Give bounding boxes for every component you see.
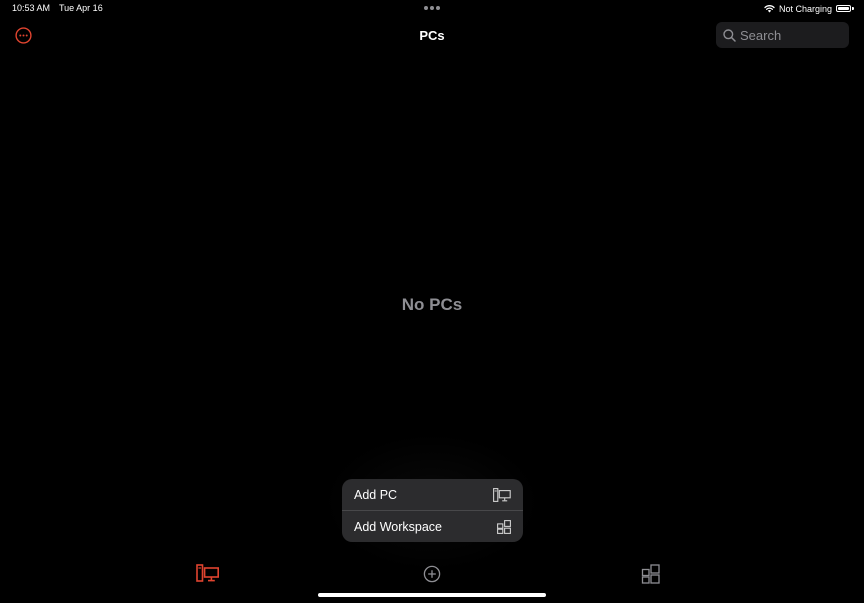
pc-icon [196,564,220,582]
add-workspace-menu-item[interactable]: Add Workspace [342,511,523,542]
status-date: Tue Apr 16 [59,3,103,13]
search-input[interactable] [740,27,840,43]
search-icon [723,28,736,42]
add-pc-menu-item[interactable]: Add PC [342,479,523,510]
add-pc-label: Add PC [354,487,398,502]
tab-pcs[interactable] [196,563,220,585]
app-screen: 10:53 AM Tue Apr 16 Not Charging PCs Sea… [0,0,864,603]
pc-icon [493,487,511,502]
tab-workspaces[interactable] [640,563,664,585]
status-time: 10:53 AM [12,3,51,13]
workspace-icon [497,519,511,534]
battery-icon [836,4,855,13]
wifi-icon [764,4,775,13]
home-indicator[interactable] [318,593,546,597]
add-menu: Add PC Add Workspace [342,479,523,542]
multitasking-dots-icon[interactable] [424,6,440,10]
status-right: Not Charging [764,2,855,15]
plus-circle-icon [423,565,441,583]
charging-status: Not Charging [778,3,832,14]
search-field[interactable] [716,22,849,48]
tab-add[interactable] [421,563,445,585]
add-workspace-label: Add Workspace [354,519,443,534]
empty-state-message: No PCs [401,295,463,314]
workspace-icon [641,564,660,584]
